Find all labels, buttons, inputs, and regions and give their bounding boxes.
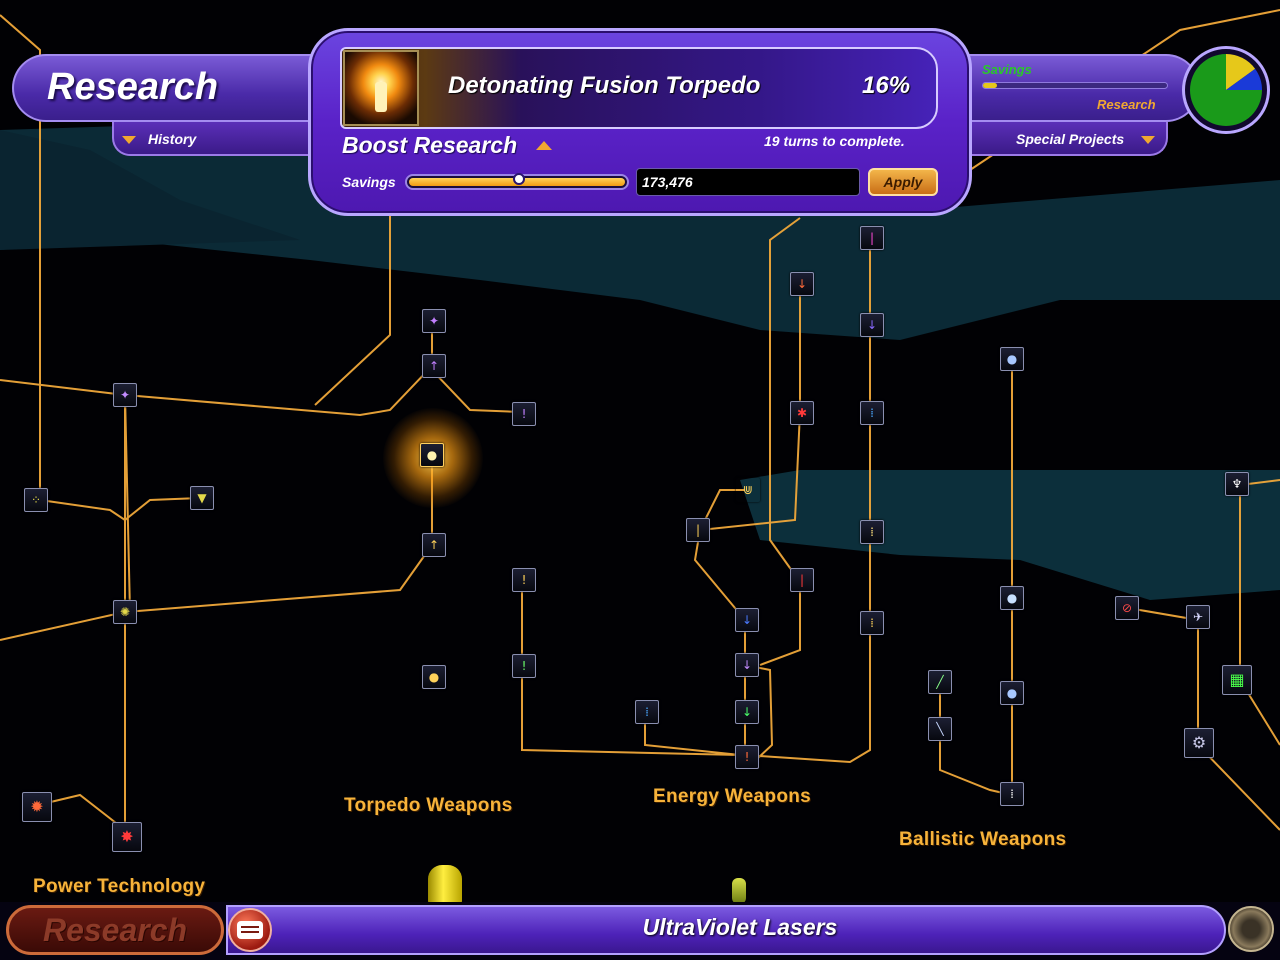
page-title: Research [47, 66, 219, 108]
savings-allocation-bar[interactable] [982, 82, 1168, 89]
tech-node-energy-3[interactable]: ↓ [860, 313, 884, 337]
tech-node-ballistic-3[interactable]: ● [1000, 681, 1024, 705]
turns-to-complete: 19 turns to complete. [764, 133, 905, 149]
tech-node-power-6[interactable]: ✸ [112, 822, 142, 852]
history-dropdown[interactable] [112, 122, 322, 156]
tech-node-power-4[interactable]: ✺ [113, 600, 137, 624]
savings-slider-thumb[interactable] [513, 173, 525, 185]
apply-button-label: Apply [883, 174, 923, 190]
tech-node-torpedo-7[interactable]: ● [422, 665, 446, 689]
tech-node-right-3[interactable]: ⚙ [1184, 728, 1214, 758]
tech-node-torpedo-4[interactable]: ↑ [422, 533, 446, 557]
tech-node-right-5[interactable]: ▦ [1222, 665, 1252, 695]
boost-chevron-up-icon[interactable] [536, 141, 552, 150]
boost-research-toggle[interactable]: Boost Research [342, 132, 517, 159]
savings-amount: 173,476 [642, 174, 693, 190]
tech-node-energy-9[interactable]: | [790, 568, 814, 592]
savings-label: Savings [342, 174, 396, 190]
small-plant-icon [732, 878, 746, 904]
tech-node-energy-15[interactable]: ! [735, 745, 759, 769]
tech-node-energy-14[interactable]: ⁞ [635, 700, 659, 724]
tech-node-power-3[interactable]: ▼ [190, 486, 214, 510]
tech-node-energy-13[interactable]: ↓ [735, 700, 759, 724]
tech-node-torpedo-3[interactable]: ! [512, 402, 536, 426]
tech-node-torpedo-6[interactable]: ! [512, 654, 536, 678]
special-projects-chevron-down-icon [1141, 136, 1155, 144]
tech-node-energy-1[interactable]: | [860, 226, 884, 250]
tech-node-torpedo-selected[interactable]: ● [420, 443, 444, 467]
tech-node-torpedo-5[interactable]: ! [512, 568, 536, 592]
tech-node-torpedo-2[interactable]: ↑ [422, 354, 446, 378]
group-label-ballistic: Ballistic Weapons [899, 829, 1067, 850]
history-label: History [148, 131, 197, 147]
tech-node-right-4[interactable]: ♆ [1225, 472, 1249, 496]
tech-node-right-2[interactable]: ✈ [1186, 605, 1210, 629]
tech-node-energy-8[interactable]: ⁞ [860, 520, 884, 544]
tech-node-power-2[interactable]: ⁘ [24, 488, 48, 512]
tech-node-torpedo-1[interactable]: ✦ [422, 309, 446, 333]
selected-tech-name: UltraViolet Lasers [642, 914, 838, 940]
allocation-pie [1190, 54, 1262, 126]
apply-button[interactable]: Apply [868, 168, 938, 196]
savings-slider[interactable] [405, 173, 629, 190]
bottom-research-button[interactable]: Research [6, 905, 224, 955]
yellow-canister-icon [428, 865, 462, 905]
research-screen: ✦ ⁘ ▼ ✺ ✹ ✸ ✦ ↑ ! ● ↑ ! ! ● | ↓ ↓ ✱ ⁞ ⋓ … [0, 0, 1280, 960]
menu-knob-icon[interactable] [1228, 906, 1274, 952]
tech-node-right-1[interactable]: ⊘ [1115, 596, 1139, 620]
tech-node-energy-5[interactable]: ⁞ [860, 401, 884, 425]
tech-node-power-1[interactable]: ✦ [113, 383, 137, 407]
tech-node-ballistic-6[interactable]: ⁞ [1000, 782, 1024, 806]
savings-mini-label: Savings [982, 62, 1032, 77]
special-projects-label: Special Projects [1016, 131, 1125, 147]
tech-node-energy-2[interactable]: ↓ [790, 272, 814, 296]
tech-node-energy-12[interactable]: ↓ [735, 653, 759, 677]
current-research-progress: 16% [862, 72, 911, 99]
tech-node-ballistic-5[interactable]: ╲ [928, 717, 952, 741]
tech-node-energy-4[interactable]: ✱ [790, 401, 814, 425]
research-mini-label: Research [1097, 97, 1156, 112]
tech-node-power-5[interactable]: ✹ [22, 792, 52, 822]
chat-icon[interactable] [228, 908, 272, 952]
allocation-pie-chart[interactable] [1182, 46, 1270, 134]
bottom-research-label: Research [42, 911, 188, 948]
tech-node-ballistic-2[interactable]: ● [1000, 586, 1024, 610]
group-label-power: Power Technology [33, 876, 206, 897]
history-chevron-down-icon [122, 136, 136, 144]
tech-node-energy-11[interactable]: ⁞ [860, 611, 884, 635]
tech-node-energy-6[interactable]: ⋓ [736, 478, 760, 502]
current-research-name: Detonating Fusion Torpedo [448, 72, 761, 99]
tech-node-ballistic-1[interactable]: ● [1000, 347, 1024, 371]
tech-node-energy-10[interactable]: ↓ [735, 608, 759, 632]
fusion-torpedo-icon [343, 50, 419, 126]
tech-node-ballistic-4[interactable]: ╱ [928, 670, 952, 694]
tech-node-energy-7[interactable]: | [686, 518, 710, 542]
group-label-energy: Energy Weapons [653, 786, 811, 807]
group-label-torpedo: Torpedo Weapons [344, 795, 513, 816]
